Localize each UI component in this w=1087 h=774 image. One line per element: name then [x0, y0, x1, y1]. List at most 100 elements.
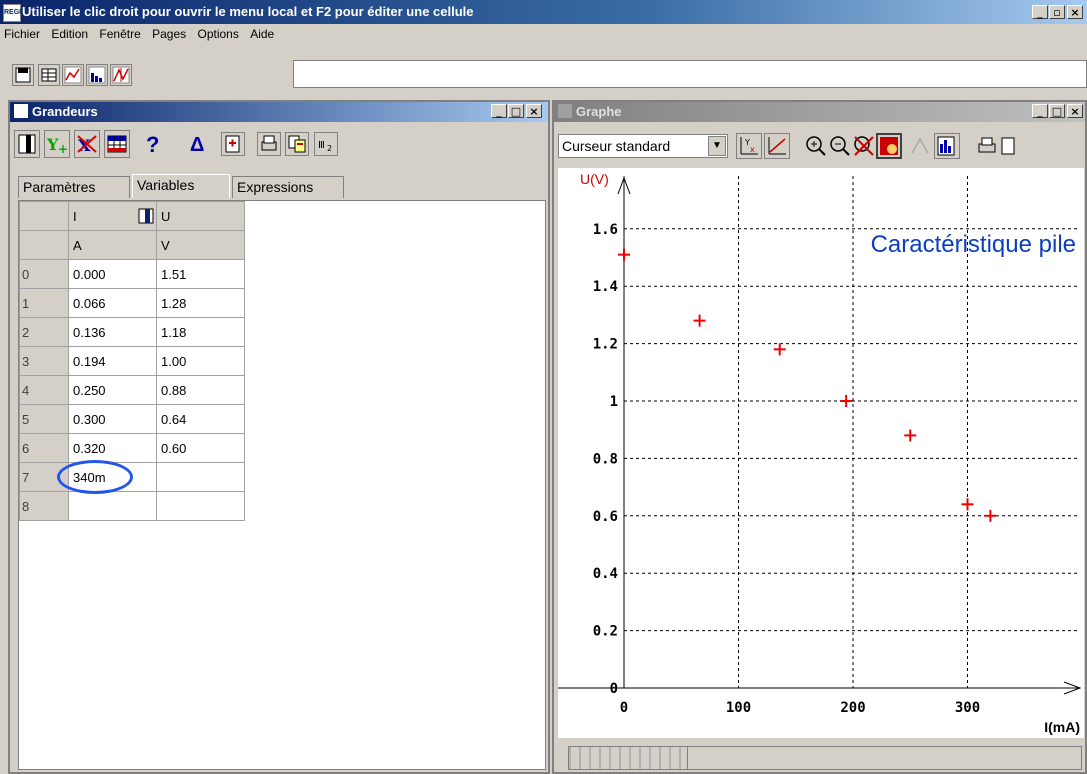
tangent-icon[interactable]	[908, 133, 932, 159]
plot-area: 0 0.2 0.4 0.6 0.8 1 1.2 1.4 1.6 0 100 200 300 U(V) I(m…	[558, 168, 1084, 738]
data-point[interactable]	[618, 248, 630, 261]
tab-parametres[interactable]: Paramètres	[18, 176, 130, 198]
chevron-down-icon[interactable]: ▼	[708, 136, 726, 156]
data-point[interactable]	[693, 314, 706, 327]
graphe-titlebar: Graphe	[554, 102, 1085, 122]
menu-pages[interactable]: Pages	[148, 24, 190, 44]
graphe-minimize-button[interactable]: _	[1032, 104, 1048, 118]
data-point[interactable]	[984, 509, 997, 522]
chart-title: Caractéristique pile	[871, 231, 1076, 258]
cursor-select[interactable]: Curseur standard ▼	[558, 134, 728, 158]
cell-u[interactable]	[156, 462, 245, 492]
y-tick-label: 1.6	[593, 222, 618, 238]
graphe-close-button[interactable]: ×	[1067, 104, 1083, 118]
new-page-icon[interactable]	[221, 132, 245, 156]
cell-u[interactable]: 1.00	[156, 346, 245, 376]
delete-variable-icon[interactable]: X	[74, 130, 100, 158]
grandeurs-maximize-button[interactable]: □	[508, 104, 524, 118]
save-icon[interactable]	[12, 64, 34, 86]
cell-i[interactable]	[68, 491, 157, 521]
cell-i[interactable]: 0.194	[68, 346, 157, 376]
formula-bar[interactable]	[293, 60, 1087, 88]
cell-u[interactable]: 1.28	[156, 288, 245, 318]
data-point[interactable]	[904, 429, 917, 442]
x-axis-label: I(mA)	[1044, 719, 1080, 735]
row-index: 0	[19, 259, 69, 289]
data-point[interactable]	[961, 498, 974, 511]
table-row: 2 0.136 1.18	[19, 317, 245, 347]
graphe-icon	[558, 104, 572, 118]
cell-u[interactable]: 1.51	[156, 259, 245, 289]
grandeurs-toolbar: Y+ X ? Δ Ⅲ2	[14, 130, 544, 160]
svg-text:+: +	[58, 142, 68, 156]
page-chart-icon[interactable]	[934, 133, 960, 159]
data-point[interactable]	[773, 343, 786, 356]
cell-u[interactable]	[156, 491, 245, 521]
pan-hand-icon[interactable]	[876, 133, 902, 159]
graph-line-icon[interactable]	[62, 64, 84, 86]
help-icon[interactable]: ?	[146, 132, 159, 158]
cell-i[interactable]: 0.000	[68, 259, 157, 289]
main-titlebar: REGR Utiliser le clic droit pour ouvrir …	[0, 0, 1087, 24]
add-variable-icon[interactable]: Y +	[44, 130, 70, 158]
cell-i[interactable]: 0.066	[68, 288, 157, 318]
grid-icon[interactable]	[104, 130, 130, 158]
data-point[interactable]	[840, 395, 853, 407]
menu-options[interactable]: Options	[193, 24, 242, 44]
model-icon[interactable]	[764, 133, 790, 159]
chart-svg: 0 0.2 0.4 0.6 0.8 1 1.2 1.4 1.6 0 100 200 300 U(V) I(m…	[558, 171, 1082, 735]
graphe-print-icon[interactable]	[976, 135, 1000, 159]
graphe-title: Graphe	[576, 104, 622, 119]
cell-u[interactable]: 0.88	[156, 375, 245, 405]
tab-variables[interactable]: Variables	[132, 174, 230, 198]
tab-expressions[interactable]: Expressions	[232, 176, 344, 198]
graph-curve-icon[interactable]	[110, 64, 132, 86]
menu-fichier[interactable]: Fichier	[0, 24, 44, 44]
y-tick-label: 0	[610, 681, 618, 697]
close-button[interactable]: ×	[1067, 5, 1083, 19]
svg-text:2: 2	[327, 144, 332, 153]
col-header-u[interactable]: U	[156, 201, 245, 231]
graphe-copy-icon[interactable]	[1000, 135, 1018, 159]
y-tick-label: 1	[610, 394, 618, 410]
cell-i[interactable]: 0.250	[68, 375, 157, 405]
zoom-reset-icon[interactable]	[852, 133, 876, 159]
graphe-maximize-button[interactable]: □	[1049, 104, 1065, 118]
cell-u[interactable]: 0.60	[156, 433, 245, 463]
column-icon[interactable]	[14, 130, 40, 158]
cell-i-editing[interactable]: 340m	[57, 460, 157, 494]
delta-icon[interactable]: Δ	[190, 134, 204, 157]
menu-edition[interactable]: Edition	[47, 24, 92, 44]
x-tick-label: 100	[726, 700, 751, 716]
cell-i[interactable]: 0.320	[68, 433, 157, 463]
y-tick-label: 0.4	[593, 566, 618, 582]
fraction-icon[interactable]: Ⅲ2	[314, 132, 338, 156]
grandeurs-tabs: Paramètres Variables Expressions	[14, 174, 544, 198]
menu-fenetre[interactable]: Fenêtre	[95, 24, 144, 44]
zoom-in-icon[interactable]	[804, 133, 828, 159]
graph-scrollbar[interactable]	[568, 746, 1082, 770]
unit-i[interactable]: A	[68, 230, 157, 260]
menu-aide[interactable]: Aide	[246, 24, 278, 44]
copy-icon[interactable]	[285, 132, 309, 156]
table-icon[interactable]	[38, 64, 60, 86]
unit-u[interactable]: V	[156, 230, 245, 260]
row-index: 1	[19, 288, 69, 318]
print-icon[interactable]	[257, 132, 281, 156]
cell-u[interactable]: 1.18	[156, 317, 245, 347]
cell-i[interactable]: 0.300	[68, 404, 157, 434]
restore-button[interactable]: ▫	[1049, 5, 1065, 19]
svg-text:x: x	[750, 145, 755, 154]
row-index: 5	[19, 404, 69, 434]
y-tick-label: 1.2	[593, 337, 618, 353]
grandeurs-close-button[interactable]: ×	[526, 104, 542, 118]
scrollbar-thumb[interactable]	[569, 747, 688, 769]
col-header-i[interactable]: I	[68, 201, 157, 231]
zoom-out-icon[interactable]	[828, 133, 852, 159]
grandeurs-minimize-button[interactable]: _	[491, 104, 507, 118]
histogram-icon[interactable]	[86, 64, 108, 86]
minimize-button[interactable]: _	[1032, 5, 1048, 19]
cell-u[interactable]: 0.64	[156, 404, 245, 434]
cell-i[interactable]: 0.136	[68, 317, 157, 347]
axis-scale-icon[interactable]: Yx	[736, 133, 762, 159]
